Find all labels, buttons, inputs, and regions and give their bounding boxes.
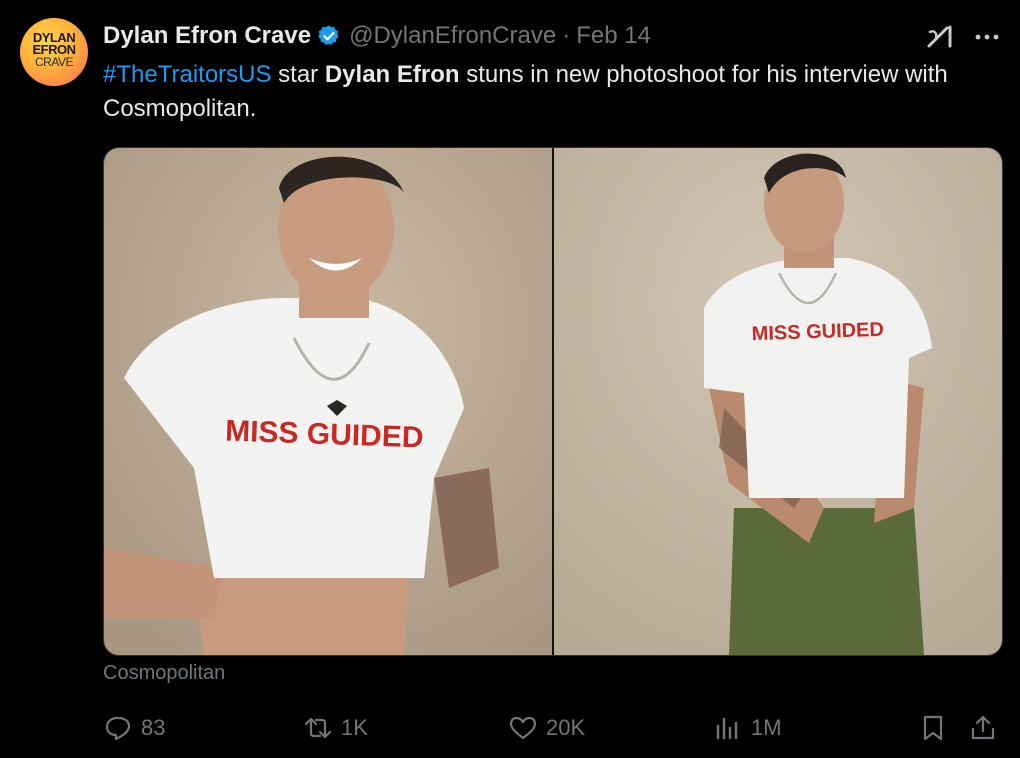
bookmark-icon	[923, 715, 943, 741]
reply-button[interactable]: 83	[103, 708, 165, 748]
views-icon	[716, 717, 738, 740]
tweet-text-part: star	[271, 61, 325, 88]
display-name[interactable]: Dylan Efron Crave	[103, 22, 311, 50]
share-icon	[971, 715, 995, 740]
tweet: DYLAN EFRON CRAVE Dylan Efron Crave @Dyl…	[0, 0, 1020, 758]
bookmark-button[interactable]	[918, 708, 956, 748]
left-shirt-text: MISS GUIDED	[225, 415, 424, 455]
like-button[interactable]: 20K	[508, 708, 585, 748]
reply-icon	[105, 716, 131, 741]
tweet-text: #TheTraitorsUS star Dylan Efron stuns in…	[103, 58, 1003, 126]
repost-count: 1K	[341, 715, 368, 740]
tweet-date[interactable]: Feb 14	[576, 22, 651, 50]
right-shirt-text: MISS GUIDED	[751, 319, 884, 346]
photo-left[interactable]: MISS GUIDED	[104, 148, 552, 655]
action-bar: 83 1K 20K 1M	[103, 708, 1003, 748]
tweet-bold-name: Dylan Efron	[324, 61, 460, 88]
photo-right[interactable]: MISS GUIDED	[554, 148, 1002, 655]
hashtag-link[interactable]: #TheTraitorsUS	[103, 61, 272, 88]
like-icon	[509, 716, 537, 740]
avatar-logo-text: DYLAN EFRON CRAVE	[32, 30, 77, 69]
views-button[interactable]: 1M	[713, 708, 782, 748]
views-count: 1M	[751, 715, 782, 740]
share-button[interactable]	[968, 708, 1006, 748]
media-source[interactable]: Cosmopolitan	[103, 662, 225, 685]
reply-count: 83	[141, 715, 166, 740]
separator-dot: ·	[562, 22, 571, 49]
like-count: 20K	[546, 715, 586, 740]
verified-badge-icon	[317, 24, 341, 48]
svg-text:MISS GUIDED: MISS GUIDED	[225, 415, 424, 455]
handle[interactable]: @DylanEfronCrave	[349, 22, 556, 50]
grok-icon[interactable]	[926, 24, 956, 50]
media-grid: MISS GUIDED MISS GUIDED	[103, 147, 1003, 656]
repost-icon	[304, 717, 332, 739]
tweet-header: Dylan Efron Crave @DylanEfronCrave · Feb…	[103, 22, 651, 50]
svg-text:MISS GUIDED: MISS GUIDED	[751, 319, 884, 346]
repost-button[interactable]: 1K	[303, 708, 368, 748]
avatar[interactable]: DYLAN EFRON CRAVE	[20, 18, 88, 86]
more-icon[interactable]	[972, 24, 1002, 50]
